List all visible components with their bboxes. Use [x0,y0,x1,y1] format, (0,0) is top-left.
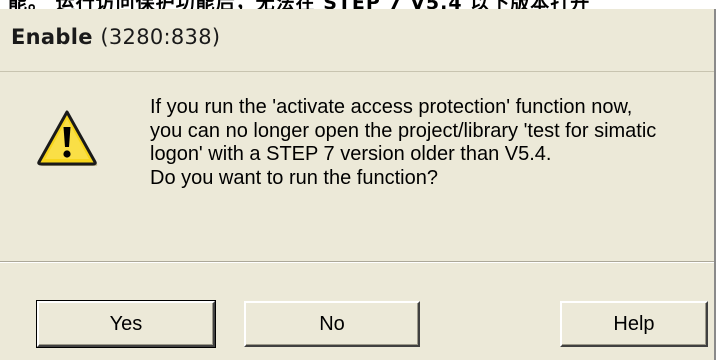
dialog-title-name: Enable [11,25,93,49]
no-button-label: No [319,312,345,335]
message-line: logon' with a STEP 7 version older than … [150,143,552,165]
warning-icon [36,109,98,167]
yes-button[interactable]: Yes [36,300,216,348]
help-button[interactable]: Help [560,301,708,347]
help-button-label: Help [613,312,655,335]
button-area-divider [0,261,714,263]
no-button[interactable]: No [244,301,420,347]
background-document-strip: 能。 运行访问保护功能后，无法在 STEP 7 V5.4 以下版本打开 [0,0,716,9]
message-line: Do you want to run the function? [150,166,438,189]
dialog-title: Enable (3280:838) [11,25,220,49]
enable-dialog: Enable (3280:838) If you run the 'activa… [0,9,716,360]
yes-button-label: Yes [109,312,143,335]
dialog-titlebar[interactable]: Enable (3280:838) [0,9,714,72]
dialog-title-id: (3280:838) [100,25,221,49]
background-document-text: 能。 运行访问保护功能后，无法在 STEP 7 V5.4 以下版本打开 [8,0,590,9]
message-line: you can no longer open the project/libra… [150,119,657,142]
dialog-message: If you run the 'activate access protecti… [150,96,706,190]
message-line: If you run the 'activate access protecti… [150,96,633,118]
